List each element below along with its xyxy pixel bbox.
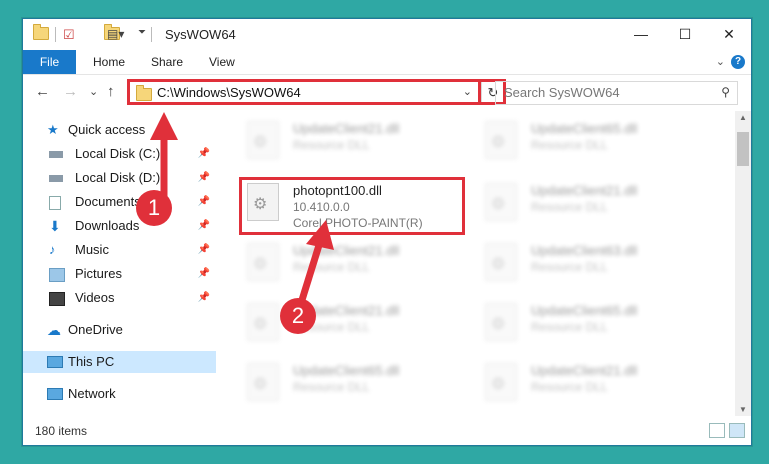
- list-item[interactable]: UpdateClient65.dll Resource DLL: [247, 361, 447, 411]
- recent-locations-icon[interactable]: ⌄: [89, 85, 98, 98]
- tab-share[interactable]: Share: [151, 50, 183, 74]
- search-input[interactable]: Search SysWOW64: [504, 85, 620, 100]
- file-list: UpdateClient21.dll Resource DLL photopnt…: [217, 111, 735, 416]
- documents-icon: [49, 196, 61, 210]
- list-item[interactable]: UpdateClient21.dll Resource DLL: [485, 361, 685, 411]
- details-view-icon[interactable]: [709, 423, 725, 438]
- back-icon[interactable]: ←: [35, 83, 50, 100]
- tab-home[interactable]: Home: [93, 50, 125, 74]
- list-item[interactable]: UpdateClient65.dll Resource DLL: [485, 301, 685, 351]
- sidebar-item-onedrive[interactable]: ☁ OneDrive: [23, 319, 216, 341]
- quick-access-dropdown-icon[interactable]: ⏷: [138, 27, 146, 43]
- pin-icon: 📌: [197, 148, 210, 159]
- pin-icon: 📌: [197, 292, 210, 303]
- sidebar-item-downloads[interactable]: ⬇ Downloads 📌: [23, 215, 216, 237]
- sidebar-item-local-disk-c[interactable]: Local Disk (C:) 📌: [23, 143, 216, 165]
- dll-file-icon: [485, 243, 517, 281]
- customize-quick-access-icon[interactable]: ▤▾: [107, 27, 124, 43]
- dll-file-icon: [485, 121, 517, 159]
- sidebar-item-music[interactable]: ♪ Music 📌: [23, 239, 216, 261]
- close-button[interactable]: ✕: [707, 19, 751, 50]
- drive-icon: [49, 151, 63, 158]
- network-icon: [47, 388, 63, 400]
- scroll-up-icon[interactable]: ▲: [739, 113, 747, 122]
- videos-icon: [49, 292, 65, 306]
- status-bar: 180 items: [23, 416, 751, 445]
- sidebar-item-documents[interactable]: Documents 📌: [23, 191, 216, 213]
- scroll-down-icon[interactable]: ▼: [739, 405, 747, 414]
- dll-file-icon: [485, 183, 517, 221]
- large-icons-view-icon[interactable]: [729, 423, 745, 438]
- navigation-bar: ← → ⌄ ↑ C:\Windows\SysWOW64 ⌄ ↻ Search S…: [23, 75, 751, 111]
- step-2-badge: 2: [280, 298, 316, 334]
- vertical-scrollbar[interactable]: ▲ ▼: [735, 111, 751, 416]
- title-bar: ☑ ▤▾ ⏷ SysWOW64 — ☐ ✕: [23, 19, 751, 50]
- sidebar-item-this-pc[interactable]: This PC: [23, 351, 216, 373]
- tab-view[interactable]: View: [209, 50, 235, 74]
- up-icon[interactable]: ↑: [107, 83, 115, 100]
- tab-file[interactable]: File: [23, 50, 76, 74]
- list-item[interactable]: UpdateClient21.dll Resource DLL: [247, 119, 447, 169]
- list-item[interactable]: UpdateClient21.dll Resource DLL: [485, 181, 685, 231]
- sidebar-item-local-disk-d[interactable]: Local Disk (D:) 📌: [23, 167, 216, 189]
- dll-file-icon: [247, 303, 279, 341]
- downloads-icon: ⬇: [49, 218, 61, 234]
- computer-icon: [47, 356, 63, 368]
- cloud-icon: ☁: [47, 322, 61, 338]
- dll-file-icon: [485, 303, 517, 341]
- expand-ribbon-icon[interactable]: ⌄: [716, 55, 725, 68]
- search-box[interactable]: Search SysWOW64 ⚲: [495, 81, 738, 105]
- help-icon[interactable]: ?: [731, 55, 745, 69]
- navigation-pane: ★ Quick access Local Disk (C:) 📌 Local D…: [23, 111, 216, 416]
- dll-file-icon: [247, 243, 279, 281]
- ribbon-tabs: File Home Share View ⌄ ?: [23, 50, 751, 75]
- sidebar-item-videos[interactable]: Videos 📌: [23, 287, 216, 309]
- music-icon: ♪: [49, 242, 56, 257]
- sidebar-item-network[interactable]: Network: [23, 383, 216, 405]
- forward-icon[interactable]: →: [63, 83, 78, 100]
- pin-icon: 📌: [197, 196, 210, 207]
- pin-icon: 📌: [197, 172, 210, 183]
- step-1-badge: 1: [136, 190, 172, 226]
- dll-file-icon: [485, 363, 517, 401]
- maximize-button[interactable]: ☐: [663, 19, 707, 50]
- list-item[interactable]: UpdateClient21.dll Resource DLL: [247, 301, 447, 351]
- folder-icon: [33, 24, 49, 40]
- window-title: SysWOW64: [165, 27, 236, 42]
- search-icon[interactable]: ⚲: [721, 85, 730, 99]
- sidebar-item-quick-access[interactable]: ★ Quick access: [23, 119, 216, 141]
- properties-icon[interactable]: ☑: [63, 27, 75, 43]
- highlight-address-box: [127, 79, 481, 105]
- list-item[interactable]: UpdateClient63.dll Resource DLL: [485, 241, 685, 291]
- scrollbar-thumb[interactable]: [737, 132, 749, 166]
- star-icon: ★: [47, 122, 59, 137]
- list-item[interactable]: UpdateClient21.dll Resource DLL: [247, 241, 447, 291]
- drive-icon: [49, 175, 63, 182]
- pictures-icon: [49, 268, 65, 282]
- item-count: 180 items: [35, 424, 88, 438]
- file-explorer-window: ☑ ▤▾ ⏷ SysWOW64 — ☐ ✕ File Home Share Vi…: [22, 18, 752, 446]
- pin-icon: 📌: [197, 244, 210, 255]
- pin-icon: 📌: [197, 268, 210, 279]
- list-item[interactable]: UpdateClient65.dll Resource DLL: [485, 119, 685, 169]
- highlight-file-box: [239, 177, 465, 235]
- sidebar-item-pictures[interactable]: Pictures 📌: [23, 263, 216, 285]
- minimize-button[interactable]: —: [619, 19, 663, 50]
- dll-file-icon: [247, 363, 279, 401]
- pin-icon: 📌: [197, 220, 210, 231]
- dll-file-icon: [247, 121, 279, 159]
